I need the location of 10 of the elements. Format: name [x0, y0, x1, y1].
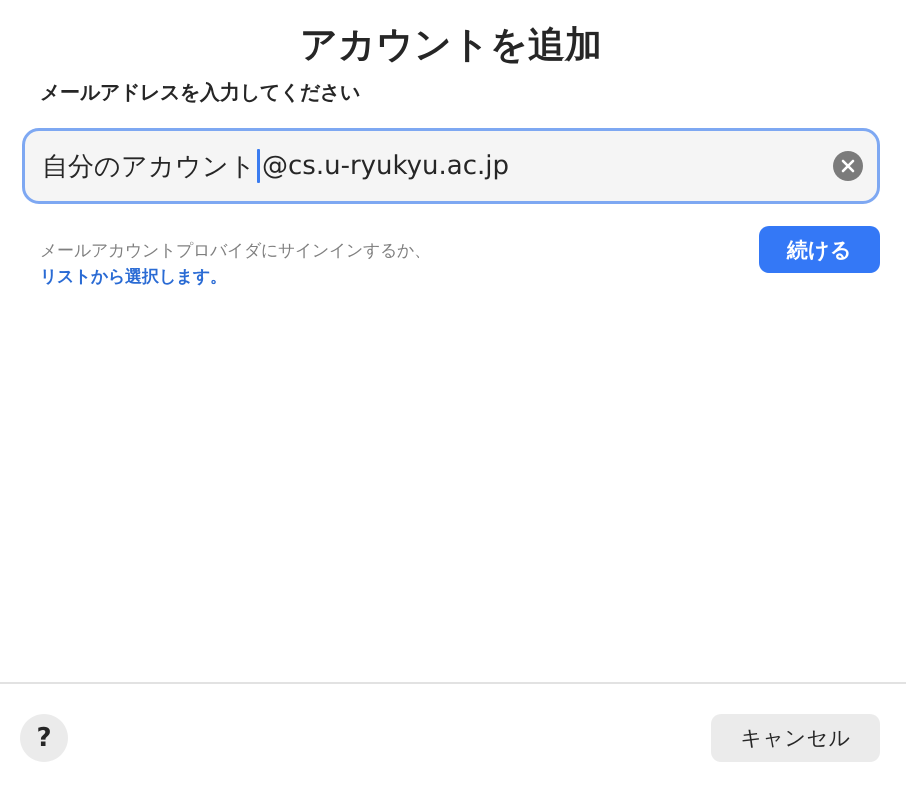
dialog-subtitle: メールアドレスを入力してください	[40, 79, 360, 106]
dialog-title: アカウントを追加	[300, 22, 602, 68]
hint-text: メールアカウントプロバイダにサインインするか、 リストから選択します。	[40, 238, 431, 290]
clear-icon[interactable]	[833, 151, 863, 181]
help-button[interactable]: ?	[20, 714, 68, 762]
text-cursor-icon	[257, 149, 260, 183]
email-field[interactable]: 自分のアカウント @cs.u-ryukyu.ac.jp	[22, 128, 880, 204]
cancel-button[interactable]: キャンセル	[711, 714, 880, 762]
continue-button[interactable]: 続ける	[759, 226, 880, 273]
choose-from-list-link[interactable]: リストから選択します。	[40, 264, 227, 290]
